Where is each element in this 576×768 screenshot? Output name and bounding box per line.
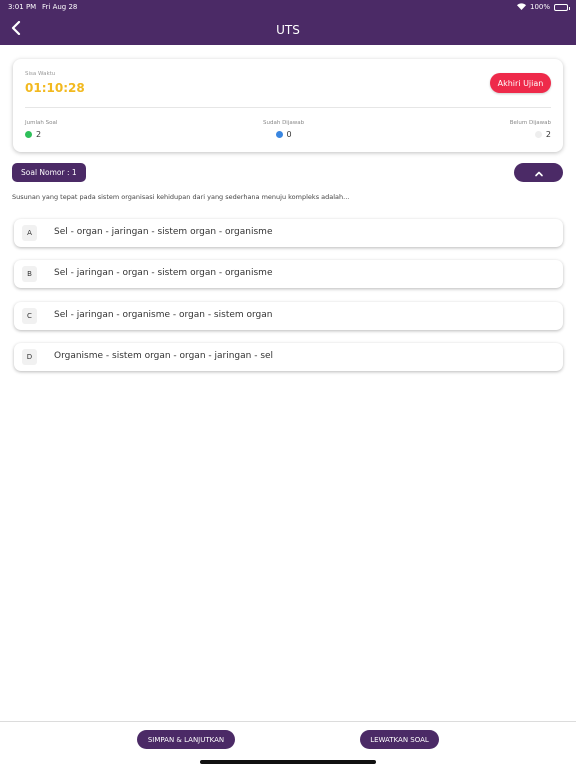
collapse-button[interactable] — [514, 163, 563, 182]
question-number-badge: Soal Nomor : 1 — [12, 163, 86, 182]
countdown-timer: 01:10:28 — [25, 81, 85, 95]
home-indicator[interactable] — [200, 760, 376, 764]
stat-label: Jumlah Soal — [25, 120, 58, 126]
skip-question-button[interactable]: LEWATKAN SOAL — [360, 730, 439, 749]
status-dot-icon — [534, 131, 542, 138]
app-header: 3:01 PM Fri Aug 28 100% UTS — [0, 0, 576, 45]
option-text: Sel - jaringan - organ - sistem organ - … — [54, 268, 273, 278]
option-text: Sel - jaringan - organisme - organ - sis… — [54, 310, 273, 320]
exam-summary-card: Sisa Waktu 01:10:28 Akhiri Ujian Jumlah … — [13, 59, 563, 152]
footer-divider — [0, 721, 576, 722]
status-dot-icon — [275, 131, 283, 138]
option-letter: A — [22, 225, 37, 241]
option-letter: D — [22, 349, 37, 365]
remaining-time-label: Sisa Waktu — [25, 71, 56, 77]
question-text: Susunan yang tepat pada sistem organisas… — [12, 193, 350, 201]
page-title: UTS — [276, 23, 300, 37]
stat-label: Belum Dijawab — [509, 120, 551, 126]
option-letter: B — [22, 266, 37, 282]
option-text: Organisme - sistem organ - organ - jarin… — [54, 351, 274, 361]
option-letter: C — [22, 308, 37, 324]
answer-option-b[interactable]: B Sel - jaringan - organ - sistem organ … — [14, 260, 563, 288]
stat-value: 2 — [545, 130, 551, 139]
stat-value: 0 — [286, 130, 292, 139]
status-date: Fri Aug 28 — [42, 3, 78, 11]
stat-answered: Sudah Dijawab 0 — [263, 120, 304, 139]
save-and-continue-button[interactable]: SIMPAN & LANJUTKAN — [137, 730, 235, 749]
status-dot-icon — [25, 131, 32, 138]
wifi-icon — [516, 3, 526, 11]
status-time: 3:01 PM — [8, 3, 37, 11]
answer-option-d[interactable]: D Organisme - sistem organ - organ - jar… — [14, 343, 563, 371]
status-bar: 3:01 PM Fri Aug 28 100% — [0, 2, 576, 14]
end-exam-button[interactable]: Akhiri Ujian — [490, 73, 551, 93]
stat-unanswered: Belum Dijawab 2 — [510, 120, 551, 139]
chevron-up-icon — [534, 171, 543, 177]
battery-icon — [554, 3, 570, 11]
battery-percent: 100% — [529, 3, 550, 11]
answer-option-c[interactable]: C Sel - jaringan - organisme - organ - s… — [14, 302, 563, 330]
status-right: 100% — [516, 3, 570, 11]
option-text: Sel - organ - jaringan - sistem organ - … — [54, 227, 273, 237]
stat-label: Sudah Dijawab — [263, 120, 305, 126]
divider — [25, 107, 551, 108]
answer-option-a[interactable]: A Sel - organ - jaringan - sistem organ … — [14, 219, 563, 247]
stat-total-questions: Jumlah Soal 2 — [25, 120, 57, 139]
stat-value: 2 — [36, 130, 42, 139]
